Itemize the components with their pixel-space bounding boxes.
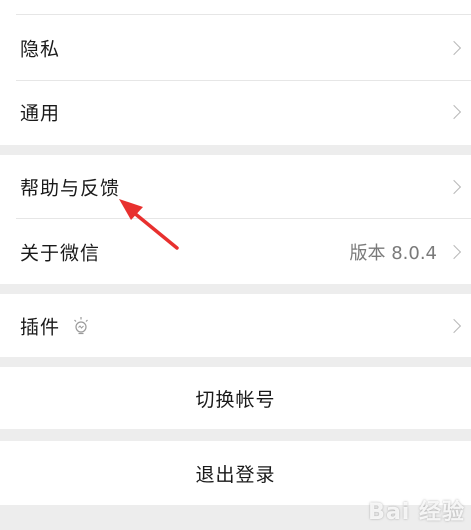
chevron-right-icon [446,40,462,56]
settings-group-privacy-general: 隐私 通用 [0,0,471,145]
settings-row-plugins-label: 插件 [20,316,61,338]
switch-account-button[interactable]: 切换帐号 [0,367,471,429]
settings-row-general-label: 通用 [20,102,61,125]
switch-account-group: 切换帐号 [0,367,471,429]
chevron-right-icon [446,318,462,333]
settings-row-plugins[interactable]: 插件 [0,294,471,357]
chevron-right-icon [446,104,462,120]
version-text: 版本 8.0.4 [349,242,437,264]
chevron-right-icon [446,179,462,195]
watermark-text: Bai 经验 [368,500,465,525]
settings-row-privacy-label: 隐私 [20,38,61,61]
settings-row-about-wechat-label: 关于微信 [20,242,101,264]
settings-row-about-wechat[interactable]: 关于微信 版本 8.0.4 [0,219,471,284]
lightbulb-icon [74,316,88,334]
baidu-jingyan-watermark-logo: Bai 经验 [368,494,465,526]
settings-row-help-feedback-label: 帮助与反馈 [20,177,121,200]
chevron-right-icon [446,244,462,259]
settings-row-privacy[interactable]: 隐私 [0,15,471,81]
settings-row-general[interactable]: 通用 [0,79,471,145]
settings-group-plugins: 插件 [0,294,471,357]
settings-group-help-about: 帮助与反馈 关于微信 版本 8.0.4 [0,155,471,284]
settings-row-help-feedback[interactable]: 帮助与反馈 [0,155,471,219]
